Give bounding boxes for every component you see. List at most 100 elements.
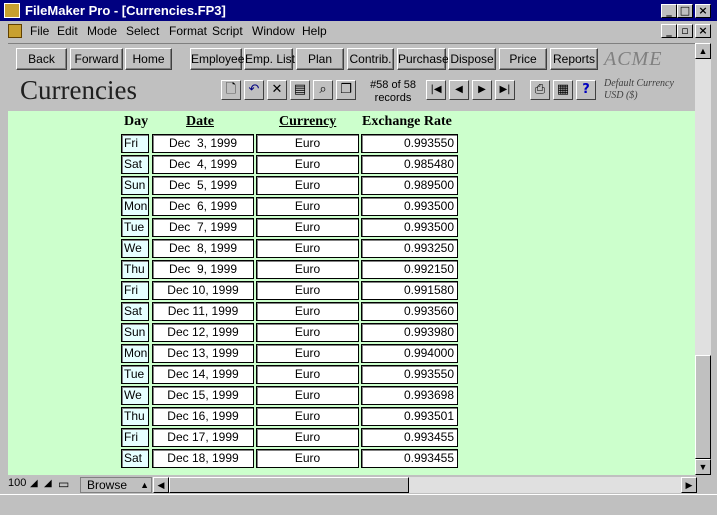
day-cell[interactable]: Fri: [121, 281, 149, 300]
date-cell[interactable]: Dec 8, 1999: [152, 239, 254, 258]
table-row[interactable]: Sat Dec 11, 1999 Euro 0.993560: [121, 302, 458, 321]
rate-cell[interactable]: 0.993698: [361, 386, 458, 405]
currency-cell[interactable]: Euro: [256, 176, 359, 195]
currency-cell[interactable]: Euro: [256, 323, 359, 342]
date-cell[interactable]: Dec 6, 1999: [152, 197, 254, 216]
date-cell[interactable]: Dec 16, 1999: [152, 407, 254, 426]
rate-cell[interactable]: 0.993500: [361, 218, 458, 237]
first-record-icon[interactable]: |◀: [426, 80, 446, 100]
document-icon[interactable]: [8, 24, 22, 38]
vertical-scrollbar[interactable]: ▲ ▼: [695, 43, 711, 475]
menu-script[interactable]: Script: [212, 24, 243, 38]
day-cell[interactable]: Mon: [121, 197, 149, 216]
rate-cell[interactable]: 0.993455: [361, 449, 458, 468]
scroll-up-button[interactable]: ▲: [695, 43, 711, 59]
table-row[interactable]: Mon Dec 13, 1999 Euro 0.994000: [121, 344, 458, 363]
reports-button[interactable]: Reports: [550, 48, 598, 70]
menu-window[interactable]: Window: [252, 24, 295, 38]
table-row[interactable]: Sun Dec 12, 1999 Euro 0.993980: [121, 323, 458, 342]
last-record-icon[interactable]: ▶|: [495, 80, 515, 100]
currency-cell[interactable]: Euro: [256, 260, 359, 279]
rate-cell[interactable]: 0.991580: [361, 281, 458, 300]
rate-cell[interactable]: 0.985480: [361, 155, 458, 174]
status-area-toggle-icon[interactable]: ▭: [58, 477, 69, 491]
rate-cell[interactable]: 0.993500: [361, 197, 458, 216]
date-cell[interactable]: Dec 9, 1999: [152, 260, 254, 279]
contrib-button[interactable]: Contrib.: [347, 48, 394, 70]
duplicate-icon[interactable]: ❐: [336, 80, 356, 100]
day-cell[interactable]: Sun: [121, 323, 149, 342]
rate-cell[interactable]: 0.993501: [361, 407, 458, 426]
date-cell[interactable]: Dec 10, 1999: [152, 281, 254, 300]
day-cell[interactable]: Thu: [121, 407, 149, 426]
script-icon[interactable]: ▦: [553, 80, 573, 100]
table-row[interactable]: Thu Dec 16, 1999 Euro 0.993501: [121, 407, 458, 426]
table-row[interactable]: Sun Dec 5, 1999 Euro 0.989500: [121, 176, 458, 195]
plan-button[interactable]: Plan: [296, 48, 344, 70]
zoom-out-icon[interactable]: ◢: [30, 478, 38, 489]
rate-cell[interactable]: 0.993980: [361, 323, 458, 342]
horizontal-scrollbar[interactable]: ◀ ▶: [153, 477, 697, 493]
price-button[interactable]: Price: [499, 48, 547, 70]
forward-button[interactable]: Forward: [70, 48, 123, 70]
date-cell[interactable]: Dec 15, 1999: [152, 386, 254, 405]
currency-cell[interactable]: Euro: [256, 344, 359, 363]
table-row[interactable]: Sat Dec 18, 1999 Euro 0.993455: [121, 449, 458, 468]
back-button[interactable]: Back: [16, 48, 67, 70]
table-row[interactable]: We Dec 8, 1999 Euro 0.993250: [121, 239, 458, 258]
doc-close-button[interactable]: ×: [695, 24, 711, 38]
doc-minimize-button[interactable]: _: [661, 24, 677, 38]
table-row[interactable]: Tue Dec 7, 1999 Euro 0.993500: [121, 218, 458, 237]
vertical-scroll-thumb[interactable]: [695, 355, 711, 459]
rate-cell[interactable]: 0.994000: [361, 344, 458, 363]
table-row[interactable]: We Dec 15, 1999 Euro 0.993698: [121, 386, 458, 405]
currency-cell[interactable]: Euro: [256, 218, 359, 237]
date-cell[interactable]: Dec 7, 1999: [152, 218, 254, 237]
rate-cell[interactable]: 0.993550: [361, 134, 458, 153]
table-row[interactable]: Tue Dec 14, 1999 Euro 0.993550: [121, 365, 458, 384]
rate-cell[interactable]: 0.993560: [361, 302, 458, 321]
menu-select[interactable]: Select: [126, 24, 159, 38]
day-cell[interactable]: Sat: [121, 155, 149, 174]
print-icon[interactable]: ⎙: [530, 80, 550, 100]
maximize-button[interactable]: □: [677, 4, 693, 18]
emp-list-button[interactable]: Emp. List: [244, 48, 295, 70]
table-row[interactable]: Fri Dec 10, 1999 Euro 0.991580: [121, 281, 458, 300]
day-cell[interactable]: We: [121, 386, 149, 405]
currency-cell[interactable]: Euro: [256, 134, 359, 153]
day-cell[interactable]: We: [121, 239, 149, 258]
scroll-right-button[interactable]: ▶: [681, 477, 697, 493]
undo-icon[interactable]: ↶: [244, 80, 264, 100]
menu-help[interactable]: Help: [302, 24, 327, 38]
rate-cell[interactable]: 0.989500: [361, 176, 458, 195]
currency-cell[interactable]: Euro: [256, 428, 359, 447]
day-cell[interactable]: Thu: [121, 260, 149, 279]
date-cell[interactable]: Dec 14, 1999: [152, 365, 254, 384]
currency-cell[interactable]: Euro: [256, 281, 359, 300]
home-button[interactable]: Home: [125, 48, 172, 70]
currency-cell[interactable]: Euro: [256, 302, 359, 321]
close-button[interactable]: ×: [695, 4, 711, 18]
date-cell[interactable]: Dec 3, 1999: [152, 134, 254, 153]
date-cell[interactable]: Dec 17, 1999: [152, 428, 254, 447]
new-record-icon[interactable]: 🗋: [221, 80, 241, 100]
day-cell[interactable]: Fri: [121, 134, 149, 153]
zoom-level[interactable]: 100: [8, 477, 26, 489]
scroll-left-button[interactable]: ◀: [153, 477, 169, 493]
rate-cell[interactable]: 0.993250: [361, 239, 458, 258]
table-row[interactable]: Mon Dec 6, 1999 Euro 0.993500: [121, 197, 458, 216]
zoom-in-icon[interactable]: ◢: [44, 478, 52, 489]
menu-edit[interactable]: Edit: [57, 24, 78, 38]
horizontal-scroll-thumb[interactable]: [169, 477, 409, 493]
date-cell[interactable]: Dec 12, 1999: [152, 323, 254, 342]
column-header-date[interactable]: Date: [186, 114, 214, 130]
view-record-icon[interactable]: ▤: [290, 80, 310, 100]
previous-record-icon[interactable]: ◀: [449, 80, 469, 100]
table-row[interactable]: Sat Dec 4, 1999 Euro 0.985480: [121, 155, 458, 174]
filemaker-app-icon[interactable]: [4, 3, 20, 18]
delete-record-icon[interactable]: ✕: [267, 80, 287, 100]
currency-cell[interactable]: Euro: [256, 155, 359, 174]
minimize-button[interactable]: _: [661, 4, 677, 18]
mode-selector[interactable]: Browse ▲: [80, 477, 152, 493]
table-row[interactable]: Thu Dec 9, 1999 Euro 0.992150: [121, 260, 458, 279]
